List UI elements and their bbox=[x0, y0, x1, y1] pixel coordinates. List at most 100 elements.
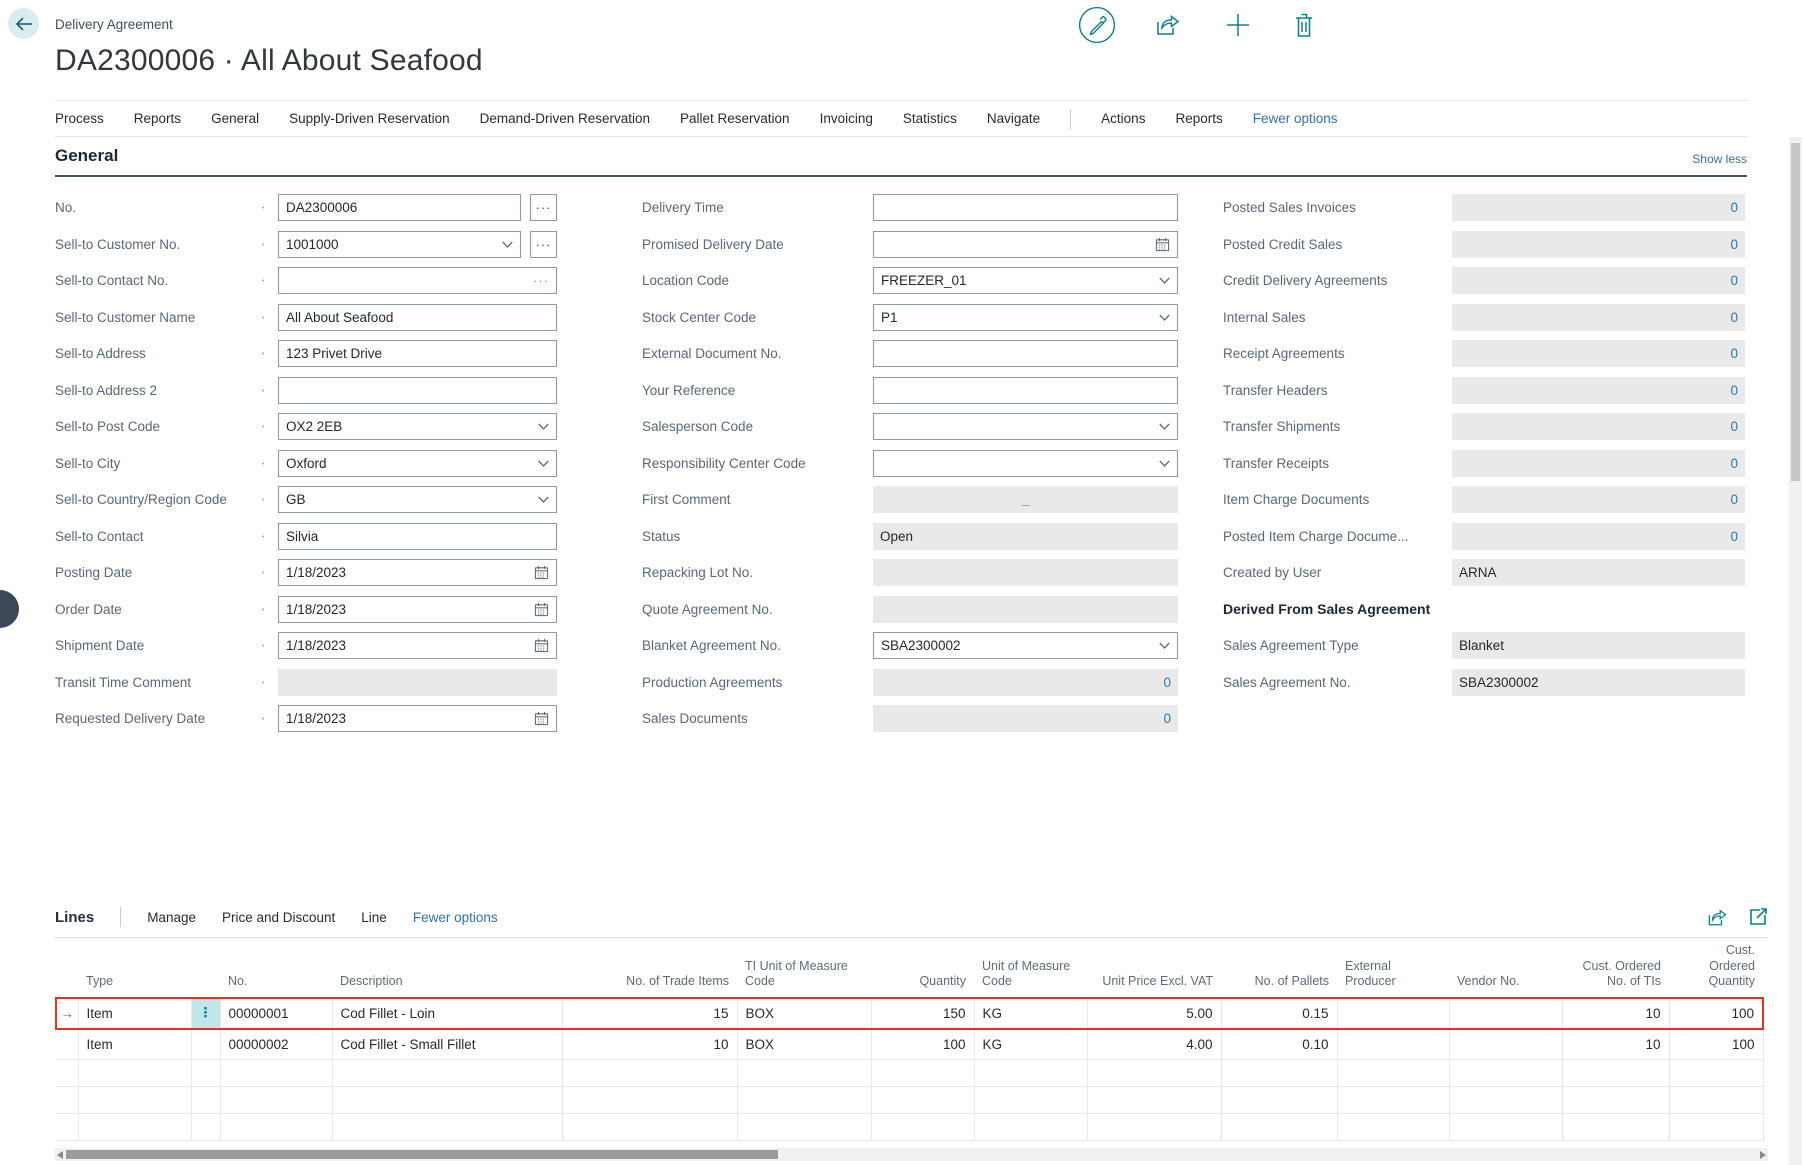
field-input-credit-delivery-agreements[interactable]: 0 bbox=[1452, 267, 1745, 294]
cell-no-of-pallets[interactable]: 0.15 bbox=[1221, 998, 1337, 1029]
open-in-window-icon[interactable] bbox=[1748, 907, 1768, 927]
lines-menu-item-line[interactable]: Line bbox=[361, 910, 387, 925]
cell-empty[interactable] bbox=[1669, 1087, 1763, 1114]
lines-menu-item-price-and-discount[interactable]: Price and Discount bbox=[222, 910, 335, 925]
cell-empty[interactable] bbox=[974, 1060, 1087, 1087]
cell-ti-unit-of-measure-code[interactable]: BOX bbox=[737, 1029, 871, 1060]
cell-empty[interactable] bbox=[1221, 1114, 1337, 1141]
cell-unit-price-excl-vat[interactable]: 5.00 bbox=[1087, 998, 1221, 1029]
cell-no[interactable]: 00000002 bbox=[220, 1029, 332, 1060]
cell-description[interactable]: Cod Fillet - Small Fillet bbox=[332, 1029, 562, 1060]
cell-empty[interactable] bbox=[737, 1087, 871, 1114]
field-input-external-document-no[interactable] bbox=[873, 340, 1178, 367]
share-icon[interactable] bbox=[1154, 12, 1181, 43]
column-header-cust-ordered-quantity[interactable]: Cust. Ordered Quantity bbox=[1669, 938, 1763, 998]
cell-no[interactable]: 00000001 bbox=[220, 998, 332, 1029]
cell-empty[interactable] bbox=[562, 1114, 737, 1141]
cell-type[interactable]: Item bbox=[78, 1029, 191, 1060]
chevron-down-icon[interactable] bbox=[502, 241, 513, 248]
cell-empty[interactable] bbox=[56, 1087, 78, 1114]
cell-empty[interactable] bbox=[1449, 1060, 1562, 1087]
calendar-icon[interactable] bbox=[534, 602, 549, 617]
field-input-blanket-agreement-no[interactable]: SBA2300002 bbox=[873, 632, 1178, 659]
share-icon[interactable] bbox=[1706, 907, 1728, 928]
column-header-no-of-trade-items[interactable]: No. of Trade Items bbox=[562, 938, 737, 998]
cell-empty[interactable] bbox=[1669, 1060, 1763, 1087]
cell-vendor-no[interactable] bbox=[1449, 998, 1562, 1029]
field-input-transfer-headers[interactable]: 0 bbox=[1452, 377, 1745, 404]
cell-empty[interactable] bbox=[1337, 1060, 1449, 1087]
column-header-external-producer[interactable]: External Producer bbox=[1337, 938, 1449, 998]
cell-type[interactable]: Item bbox=[78, 998, 191, 1029]
column-header-cust-ordered-no-of-tis[interactable]: Cust. Ordered No. of TIs bbox=[1562, 938, 1669, 998]
field-input-salesperson-code[interactable] bbox=[873, 413, 1178, 440]
menu-item-general[interactable]: General bbox=[211, 111, 259, 126]
cell-empty[interactable] bbox=[974, 1114, 1087, 1141]
assist-edit-button[interactable]: ··· bbox=[530, 194, 557, 221]
cell-empty[interactable] bbox=[191, 1060, 220, 1087]
chevron-down-icon[interactable] bbox=[1159, 277, 1170, 284]
comment-link[interactable]: _ bbox=[1022, 492, 1030, 507]
cell-cust-ordered-no-of-tis[interactable]: 10 bbox=[1562, 1029, 1669, 1060]
field-input-order-date[interactable]: 1/18/2023 bbox=[278, 596, 557, 623]
cell-empty[interactable] bbox=[56, 1114, 78, 1141]
cell-empty[interactable] bbox=[562, 1087, 737, 1114]
fewer-options-link[interactable]: Fewer options bbox=[1253, 111, 1338, 126]
cell-empty[interactable] bbox=[562, 1060, 737, 1087]
cell-empty[interactable] bbox=[332, 1114, 562, 1141]
column-header-vendor-no[interactable]: Vendor No. bbox=[1449, 938, 1562, 998]
assist-edit-button[interactable]: ··· bbox=[530, 231, 557, 258]
menu-item-reports[interactable]: Reports bbox=[134, 111, 181, 126]
menu-item-process[interactable]: Process bbox=[55, 111, 104, 126]
cell-ti-unit-of-measure-code[interactable]: BOX bbox=[737, 998, 871, 1029]
menu-item-statistics[interactable]: Statistics bbox=[903, 111, 957, 126]
cell-empty[interactable] bbox=[220, 1087, 332, 1114]
cell-empty[interactable] bbox=[871, 1060, 974, 1087]
assist-edit-icon[interactable]: ··· bbox=[533, 273, 549, 288]
cell-empty[interactable] bbox=[1669, 1114, 1763, 1141]
field-input-delivery-time[interactable] bbox=[873, 194, 1178, 221]
cell-no-of-trade-items[interactable]: 15 bbox=[562, 998, 737, 1029]
field-input-posting-date[interactable]: 1/18/2023 bbox=[278, 559, 557, 586]
cell-empty[interactable] bbox=[1562, 1060, 1669, 1087]
cell-empty[interactable] bbox=[220, 1060, 332, 1087]
column-header-unit-price-excl-vat[interactable]: Unit Price Excl. VAT bbox=[1087, 938, 1221, 998]
cell-quantity[interactable]: 150 bbox=[871, 998, 974, 1029]
cell-empty[interactable] bbox=[1087, 1087, 1221, 1114]
field-input-sell-to-contact[interactable]: Silvia bbox=[278, 523, 557, 550]
cell-empty[interactable] bbox=[1562, 1087, 1669, 1114]
back-button[interactable] bbox=[8, 8, 39, 39]
lines-menu-item-manage[interactable]: Manage bbox=[147, 910, 196, 925]
menu-item-invoicing[interactable]: Invoicing bbox=[820, 111, 873, 126]
vertical-scrollbar-thumb[interactable] bbox=[1791, 143, 1800, 481]
chevron-down-icon[interactable] bbox=[1159, 423, 1170, 430]
column-header-row-menu[interactable] bbox=[191, 938, 220, 998]
cell-empty[interactable] bbox=[1087, 1114, 1221, 1141]
cell-row-menu[interactable] bbox=[191, 1029, 220, 1060]
cell-empty[interactable] bbox=[1449, 1087, 1562, 1114]
cell-empty[interactable] bbox=[191, 1114, 220, 1141]
field-input-sales-documents[interactable]: 0 bbox=[873, 705, 1178, 732]
field-input-posted-sales-invoices[interactable]: 0 bbox=[1452, 194, 1745, 221]
cell-cust-ordered-no-of-tis[interactable]: 10 bbox=[1562, 998, 1669, 1029]
field-input-responsibility-center-code[interactable] bbox=[873, 450, 1178, 477]
chevron-down-icon[interactable] bbox=[1159, 314, 1170, 321]
field-input-transfer-shipments[interactable]: 0 bbox=[1452, 413, 1745, 440]
cell-empty[interactable] bbox=[78, 1060, 191, 1087]
column-header-type[interactable]: Type bbox=[78, 938, 191, 998]
field-input-item-charge-documents[interactable]: 0 bbox=[1452, 486, 1745, 513]
cell-empty[interactable] bbox=[220, 1114, 332, 1141]
menu-item-demand-driven-reservation[interactable]: Demand-Driven Reservation bbox=[480, 111, 650, 126]
cell-quantity[interactable]: 100 bbox=[871, 1029, 974, 1060]
cell-empty[interactable] bbox=[1562, 1114, 1669, 1141]
cell-empty[interactable] bbox=[737, 1060, 871, 1087]
cell-empty[interactable] bbox=[78, 1087, 191, 1114]
cell-empty[interactable] bbox=[1449, 1114, 1562, 1141]
cell-empty[interactable] bbox=[871, 1114, 974, 1141]
show-less-link[interactable]: Show less bbox=[1692, 152, 1747, 166]
cell-empty[interactable] bbox=[332, 1060, 562, 1087]
menu-item-navigate[interactable]: Navigate bbox=[987, 111, 1040, 126]
cell-empty[interactable] bbox=[1087, 1060, 1221, 1087]
chevron-down-icon[interactable] bbox=[1159, 642, 1170, 649]
column-header-no[interactable]: No. bbox=[220, 938, 332, 998]
